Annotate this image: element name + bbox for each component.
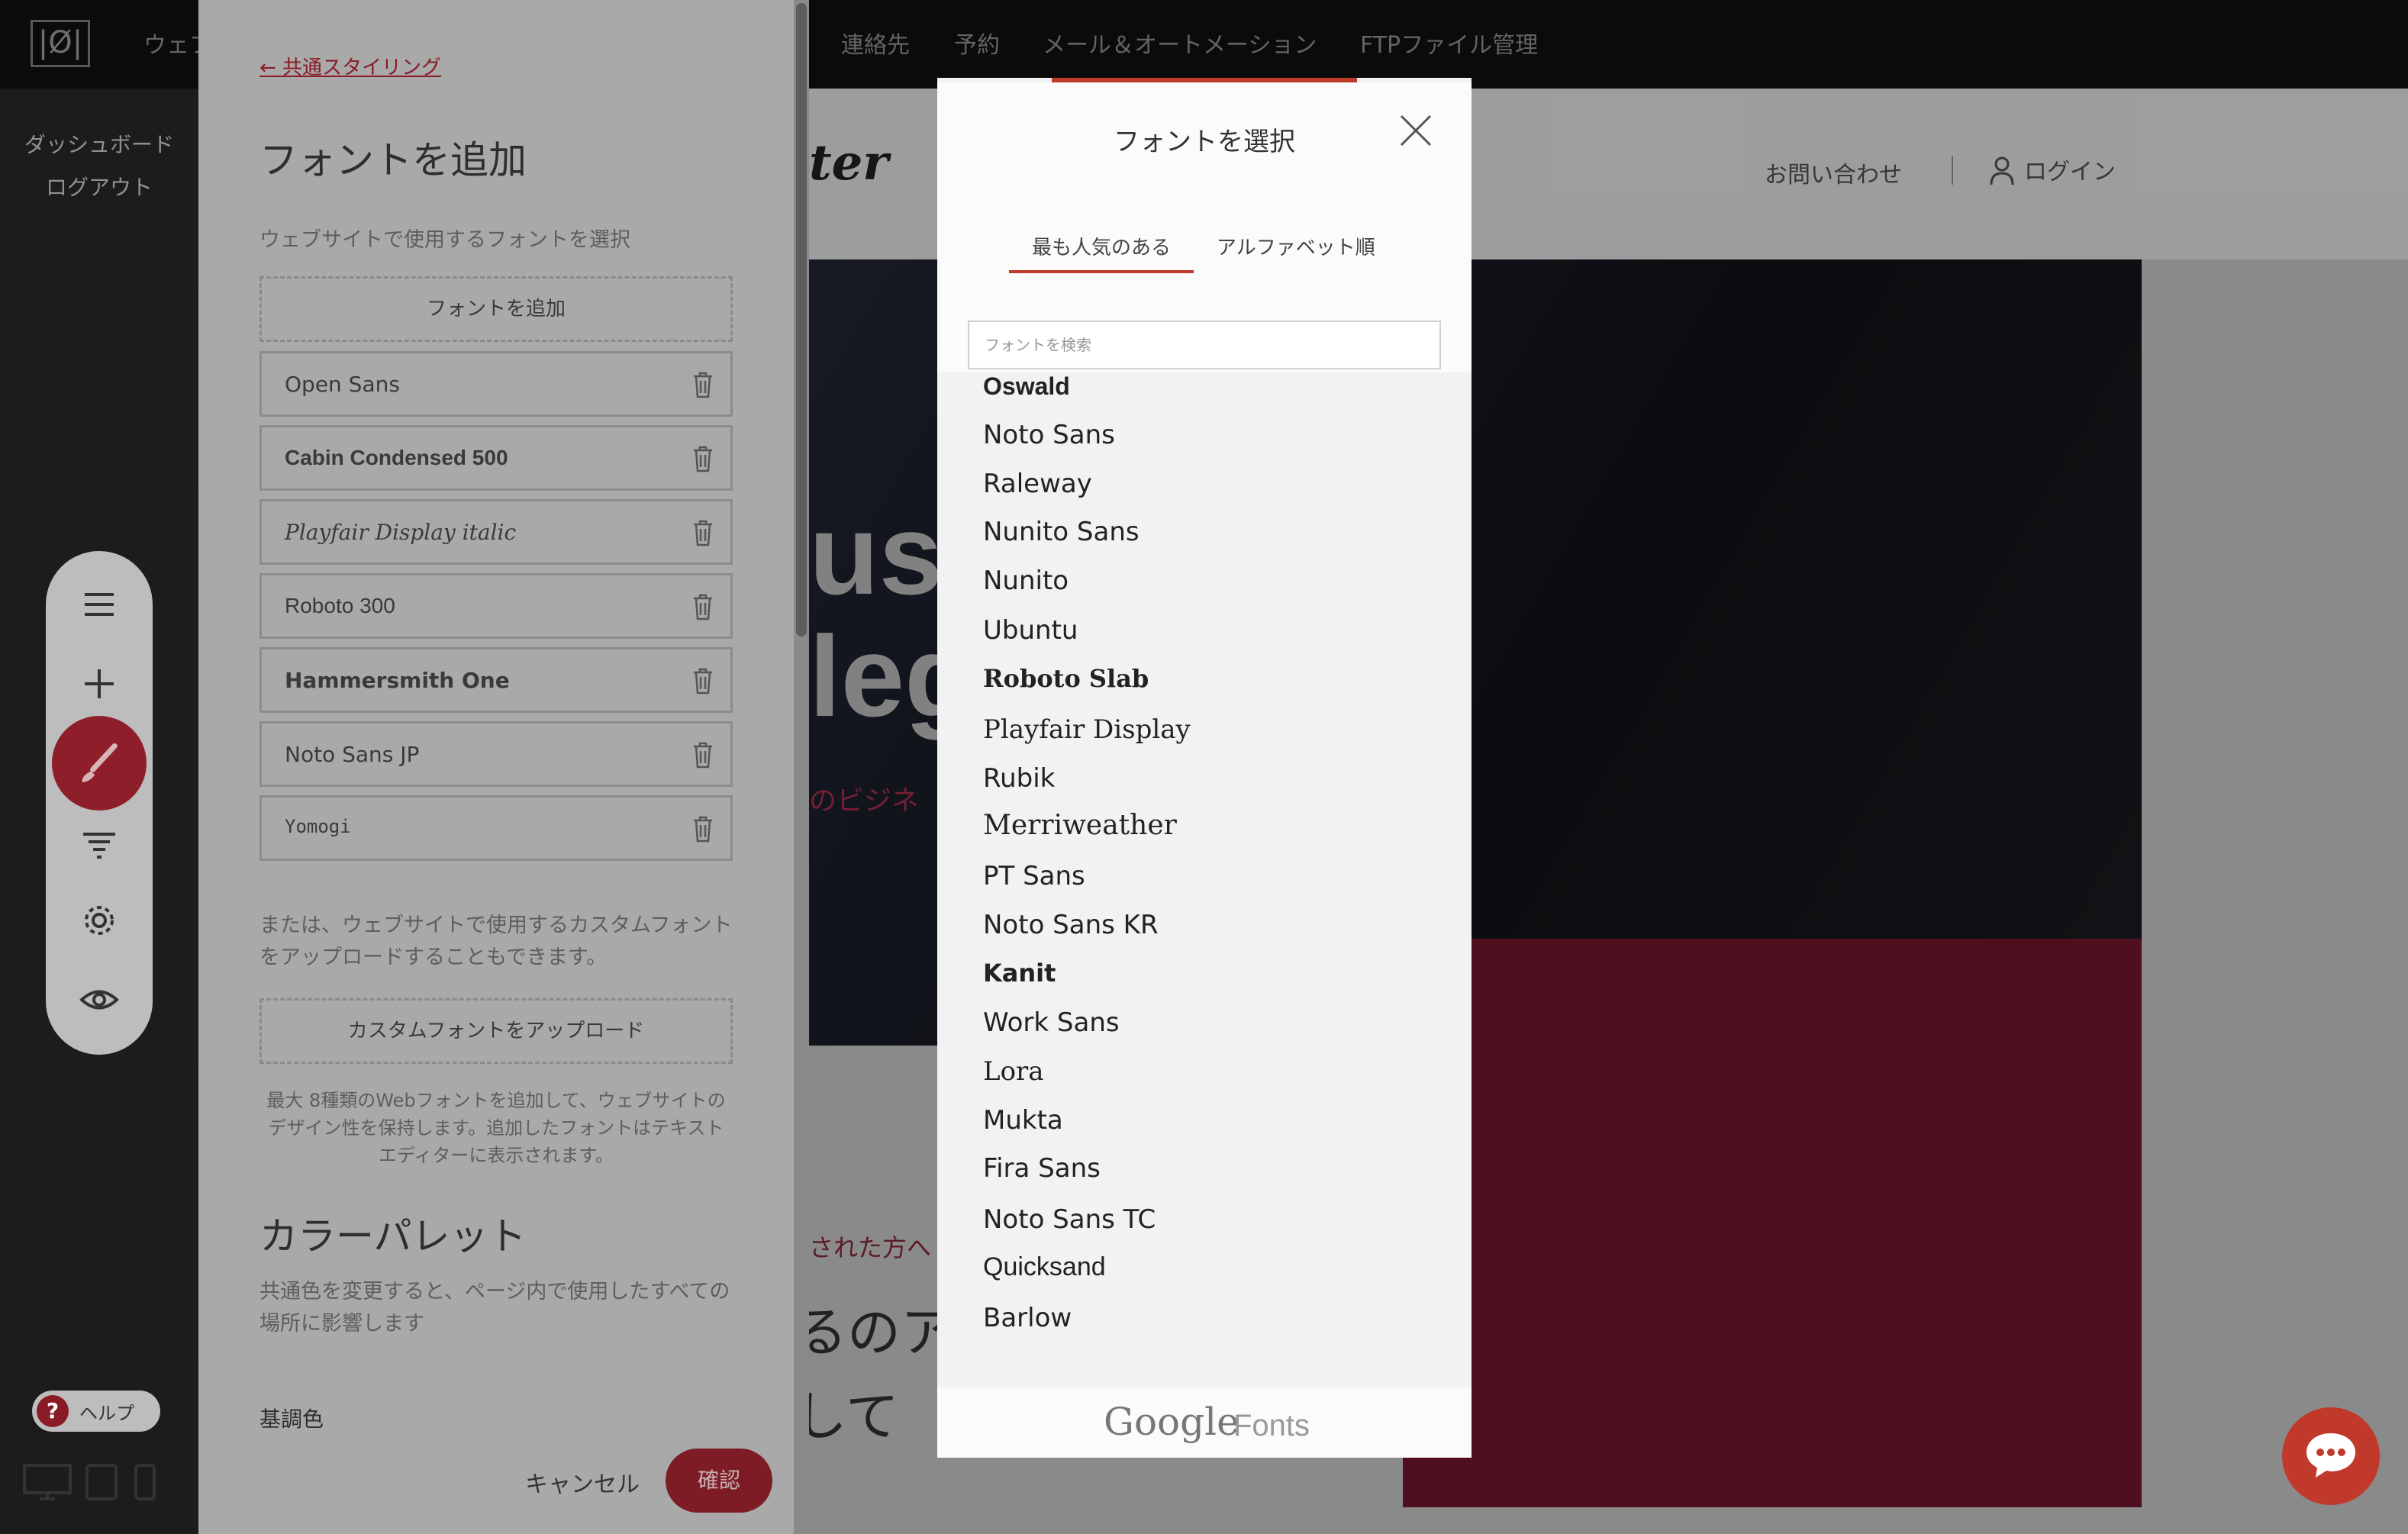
custom-font-note: または、ウェブサイトで使用するカスタムフォントをアップロードすることもできます。 — [259, 914, 733, 969]
panel-scrollbar[interactable] — [794, 0, 809, 1534]
modal-accent-bar — [1052, 78, 1357, 82]
base-color-label: 基調色 — [259, 1407, 324, 1432]
trash-icon[interactable] — [691, 592, 715, 621]
font-row[interactable]: Cabin Condensed 500 — [259, 425, 733, 491]
font-name: Cabin Condensed 500 — [285, 446, 508, 469]
active-tab-indicator — [1009, 270, 1194, 273]
font-option[interactable]: Work Sans — [983, 1007, 1120, 1038]
font-settings-panel: ← 共通スタイリング フォントを追加 ウェブサイトで使用するフォントを選択 フォ… — [198, 0, 794, 1534]
font-row[interactable]: Playfair Display italic — [259, 499, 733, 565]
tablet-icon[interactable] — [85, 1464, 118, 1503]
google-fonts-footer: Google Fonts — [937, 1387, 1472, 1458]
trash-icon[interactable] — [691, 740, 715, 769]
font-option[interactable]: Rubik — [983, 763, 1055, 794]
font-row[interactable]: Noto Sans JP — [259, 721, 733, 787]
brush-icon[interactable] — [52, 716, 147, 811]
font-name: Hammersmith One — [285, 668, 510, 693]
font-option[interactable]: Noto Sans — [983, 420, 1115, 450]
chat-button[interactable] — [2282, 1407, 2380, 1505]
font-row[interactable]: Roboto 300 — [259, 573, 733, 639]
font-option[interactable]: Roboto Slab — [983, 664, 1149, 693]
panel-subtitle: ウェブサイトで使用するフォントを選択 — [259, 228, 630, 252]
font-option[interactable]: Raleway — [983, 469, 1092, 499]
font-option[interactable]: Merriweather — [983, 810, 1177, 841]
color-palette-note: 共通色を変更すると、ページ内で使用したすべての場所に影響します — [259, 1280, 730, 1336]
font-option[interactable]: Playfair Display — [983, 714, 1191, 745]
filter-icon[interactable] — [69, 814, 130, 875]
trash-icon[interactable] — [691, 518, 715, 547]
confirm-button[interactable]: 確認 — [666, 1449, 772, 1513]
font-name: Open Sans — [285, 372, 400, 397]
google-logo: Google — [1104, 1400, 1239, 1444]
font-name: Roboto 300 — [285, 594, 395, 617]
panel-footer: キャンセル 確認 — [198, 1442, 794, 1534]
color-palette-title: カラーパレット — [259, 1214, 527, 1258]
tab-alphabetical[interactable]: アルファベット順 — [1217, 232, 1375, 260]
tab-most-popular[interactable]: 最も人気のある — [1032, 232, 1171, 260]
help-label: ヘルプ — [79, 1403, 134, 1424]
trash-icon[interactable] — [691, 666, 715, 695]
font-option[interactable]: Oswald — [983, 372, 1070, 401]
editor-toolbar — [46, 551, 153, 1055]
font-option[interactable]: Nunito — [983, 566, 1069, 596]
font-option[interactable]: Kanit — [983, 959, 1056, 988]
font-option[interactable]: Noto Sans TC — [983, 1204, 1156, 1235]
font-option[interactable]: Nunito Sans — [983, 517, 1140, 547]
font-row[interactable]: Open Sans — [259, 351, 733, 417]
panel-title: フォントを追加 — [259, 138, 527, 182]
cancel-button[interactable]: キャンセル — [525, 1465, 640, 1499]
font-search-input[interactable] — [968, 321, 1441, 369]
modal-title: フォントを選択 — [1114, 127, 1295, 157]
desktop-icon[interactable] — [23, 1464, 72, 1503]
font-option[interactable]: Quicksand — [983, 1252, 1106, 1282]
font-option[interactable]: Fira Sans — [983, 1153, 1101, 1184]
font-name: Noto Sans JP — [285, 742, 420, 767]
scrollbar-thumb[interactable] — [796, 3, 807, 636]
trash-icon[interactable] — [691, 370, 715, 399]
font-option[interactable]: Noto Sans KR — [983, 910, 1159, 940]
gear-icon[interactable] — [69, 890, 130, 951]
font-limit-note: 最大 8種類のWebフォントを追加して、ウェブサイトのデザイン性を保持します。追… — [266, 1090, 726, 1166]
font-option[interactable]: Lora — [983, 1056, 1044, 1087]
font-row[interactable]: Hammersmith One — [259, 647, 733, 713]
upload-custom-font-button[interactable]: カスタムフォントをアップロード — [259, 998, 733, 1064]
trash-icon[interactable] — [691, 444, 715, 473]
font-option[interactable]: Ubuntu — [983, 615, 1078, 646]
font-name: Playfair Display italic — [285, 520, 517, 545]
back-link[interactable]: ← 共通スタイリング — [259, 52, 441, 80]
close-icon[interactable] — [1398, 113, 1433, 148]
trash-icon[interactable] — [691, 814, 715, 843]
font-option[interactable]: Mukta — [983, 1105, 1063, 1136]
font-option[interactable]: PT Sans — [983, 861, 1085, 891]
font-row[interactable]: Yomogi — [259, 795, 733, 861]
plus-icon[interactable] — [69, 653, 130, 714]
font-picker-modal: フォントを選択 最も人気のある アルファベット順 Oswald Noto San… — [937, 78, 1472, 1458]
eye-icon[interactable] — [69, 969, 130, 1030]
add-font-button[interactable]: フォントを追加 — [259, 276, 733, 342]
font-option[interactable]: Barlow — [983, 1303, 1072, 1333]
help-button[interactable]: ? ヘルプ — [32, 1391, 160, 1432]
fonts-wordmark: Fonts — [1233, 1409, 1310, 1442]
help-icon: ? — [37, 1395, 69, 1427]
chat-icon — [2306, 1433, 2355, 1478]
menu-icon[interactable] — [69, 574, 130, 635]
mobile-icon[interactable] — [134, 1464, 156, 1503]
font-name: Yomogi — [285, 816, 351, 837]
